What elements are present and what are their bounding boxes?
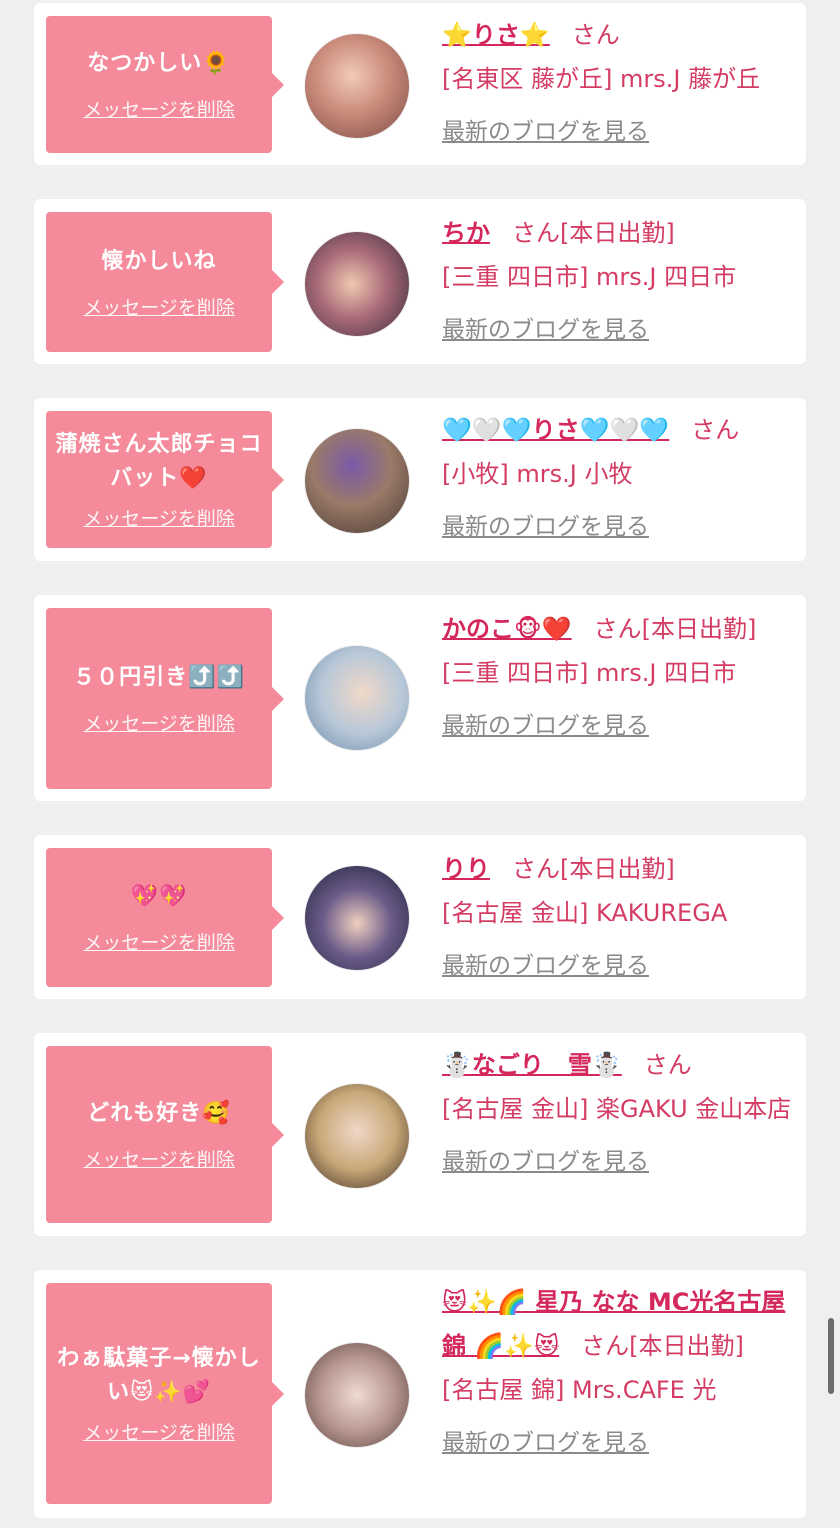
avatar[interactable] xyxy=(304,645,410,751)
message-text: 蒲焼さん太郎チョコバット❤️ xyxy=(55,432,263,491)
message-text: なつかしい🌻 xyxy=(87,51,231,76)
shop-label: [三重 四日市] mrs.J 四日市 xyxy=(442,263,737,291)
message-card: ５０円引き⤴️⤴️ メッセージを削除 かのこ🐵❤️ さん[本日出勤] [三重 四日… xyxy=(34,595,806,801)
girl-info: かのこ🐵❤️ さん[本日出勤] [三重 四日市] mrs.J 四日市 最新のブログ… xyxy=(442,607,796,748)
honorific-label: さん xyxy=(571,21,620,49)
girl-name-link[interactable]: りり xyxy=(442,855,490,883)
message-text: ５０円引き⤴️⤴️ xyxy=(73,665,245,690)
delete-message-link[interactable]: メッセージを削除 xyxy=(83,504,235,531)
honorific-label: さん xyxy=(581,1332,630,1360)
latest-blog-link[interactable]: 最新のブログを見る xyxy=(442,110,649,154)
girl-info: りり さん[本日出勤] [名古屋 金山] KAKUREGA 最新のブログを見る xyxy=(442,847,796,988)
delete-message-link[interactable]: メッセージを削除 xyxy=(83,293,235,320)
girl-name-link[interactable]: かのこ🐵❤️ xyxy=(442,615,572,643)
shop-label: [三重 四日市] mrs.J 四日市 xyxy=(442,659,737,687)
message-text: 💖💖 xyxy=(130,884,188,909)
honorific-label: さん xyxy=(512,855,560,883)
message-bubble: わぁ駄菓子→懐かしい😻✨💕 メッセージを削除 xyxy=(46,1283,284,1504)
avatar[interactable] xyxy=(304,231,410,337)
message-text: わぁ駄菓子→懐かしい😻✨💕 xyxy=(57,1346,261,1405)
message-text: どれも好き🥰 xyxy=(87,1101,231,1126)
girl-info: 😻✨🌈 星乃 なな MC光名古屋 錦 🌈✨😻 さん[本日出勤] [名古屋 錦] M… xyxy=(442,1280,796,1465)
attendance-status: [本日出勤] xyxy=(629,1332,744,1360)
honorific-label: さん xyxy=(593,615,642,643)
message-card: 蒲焼さん太郎チョコバット❤️ メッセージを削除 🩵🤍🩵りさ🩵🤍🩵 さん [小牧] … xyxy=(34,398,806,561)
shop-label: [名古屋 金山] 楽GAKU 金山本店 xyxy=(442,1095,792,1123)
message-bubble: どれも好き🥰 メッセージを削除 xyxy=(46,1046,284,1223)
avatar[interactable] xyxy=(304,428,410,534)
shop-label: [名東区 藤が丘] mrs.J 藤が丘 xyxy=(442,65,761,93)
avatar[interactable] xyxy=(304,33,410,139)
message-card: どれも好き🥰 メッセージを削除 ☃️なごり 雪☃️ さん [名古屋 金山] 楽GA… xyxy=(34,1033,806,1236)
shop-label: [小牧] mrs.J 小牧 xyxy=(442,460,633,488)
message-text: 懐かしいね xyxy=(101,248,217,274)
message-bubble: ５０円引き⤴️⤴️ メッセージを削除 xyxy=(46,608,284,789)
latest-blog-link[interactable]: 最新のブログを見る xyxy=(442,944,649,988)
latest-blog-link[interactable]: 最新のブログを見る xyxy=(442,308,649,352)
girl-name-link[interactable]: ⭐りさ⭐ xyxy=(442,21,550,49)
girl-info: 🩵🤍🩵りさ🩵🤍🩵 さん [小牧] mrs.J 小牧 最新のブログを見る xyxy=(442,408,796,549)
attendance-status: [本日出勤] xyxy=(560,855,675,883)
latest-blog-link[interactable]: 最新のブログを見る xyxy=(442,505,649,549)
avatar[interactable] xyxy=(304,865,410,971)
girl-name-link[interactable]: 🩵🤍🩵りさ🩵🤍🩵 xyxy=(442,416,669,444)
delete-message-link[interactable]: メッセージを削除 xyxy=(83,928,235,955)
message-card: わぁ駄菓子→懐かしい😻✨💕 メッセージを削除 😻✨🌈 星乃 なな MC光名古屋 … xyxy=(34,1270,806,1518)
message-bubble: 💖💖 メッセージを削除 xyxy=(46,848,284,987)
attendance-status: [本日出勤] xyxy=(560,219,675,247)
attendance-status: [本日出勤] xyxy=(641,615,757,643)
honorific-label: さん xyxy=(643,1051,692,1079)
latest-blog-link[interactable]: 最新のブログを見る xyxy=(442,704,649,748)
delete-message-link[interactable]: メッセージを削除 xyxy=(83,709,235,736)
girl-info: ちか さん[本日出勤] [三重 四日市] mrs.J 四日市 最新のブログを見る xyxy=(442,211,796,352)
avatar[interactable] xyxy=(304,1342,410,1448)
shop-label: [名古屋 錦] Mrs.CAFE 光 xyxy=(442,1376,717,1404)
message-card: 懐かしいね メッセージを削除 ちか さん[本日出勤] [三重 四日市] mrs.J… xyxy=(34,199,806,364)
scrollbar[interactable] xyxy=(828,1318,834,1394)
message-bubble: 懐かしいね メッセージを削除 xyxy=(46,212,284,352)
girl-info: ⭐りさ⭐ さん [名東区 藤が丘] mrs.J 藤が丘 最新のブログを見る xyxy=(442,13,796,154)
message-bubble: なつかしい🌻 メッセージを削除 xyxy=(46,16,284,153)
message-card: 💖💖 メッセージを削除 りり さん[本日出勤] [名古屋 金山] KAKUREGA… xyxy=(34,835,806,999)
delete-message-link[interactable]: メッセージを削除 xyxy=(83,1418,235,1445)
delete-message-link[interactable]: メッセージを削除 xyxy=(83,95,235,122)
girl-name-link[interactable]: ☃️なごり 雪☃️ xyxy=(442,1051,622,1079)
girl-name-link[interactable]: ちか xyxy=(442,219,490,247)
avatar[interactable] xyxy=(304,1083,410,1189)
girl-info: ☃️なごり 雪☃️ さん [名古屋 金山] 楽GAKU 金山本店 最新のブログを見… xyxy=(442,1043,796,1184)
message-bubble: 蒲焼さん太郎チョコバット❤️ メッセージを削除 xyxy=(46,411,284,548)
honorific-label: さん xyxy=(512,219,560,247)
latest-blog-link[interactable]: 最新のブログを見る xyxy=(442,1421,649,1465)
latest-blog-link[interactable]: 最新のブログを見る xyxy=(442,1140,649,1184)
shop-label: [名古屋 金山] KAKUREGA xyxy=(442,899,728,927)
honorific-label: さん xyxy=(691,416,740,444)
message-card: なつかしい🌻 メッセージを削除 ⭐りさ⭐ さん [名東区 藤が丘] mrs.J 藤… xyxy=(34,3,806,165)
delete-message-link[interactable]: メッセージを削除 xyxy=(83,1145,235,1172)
